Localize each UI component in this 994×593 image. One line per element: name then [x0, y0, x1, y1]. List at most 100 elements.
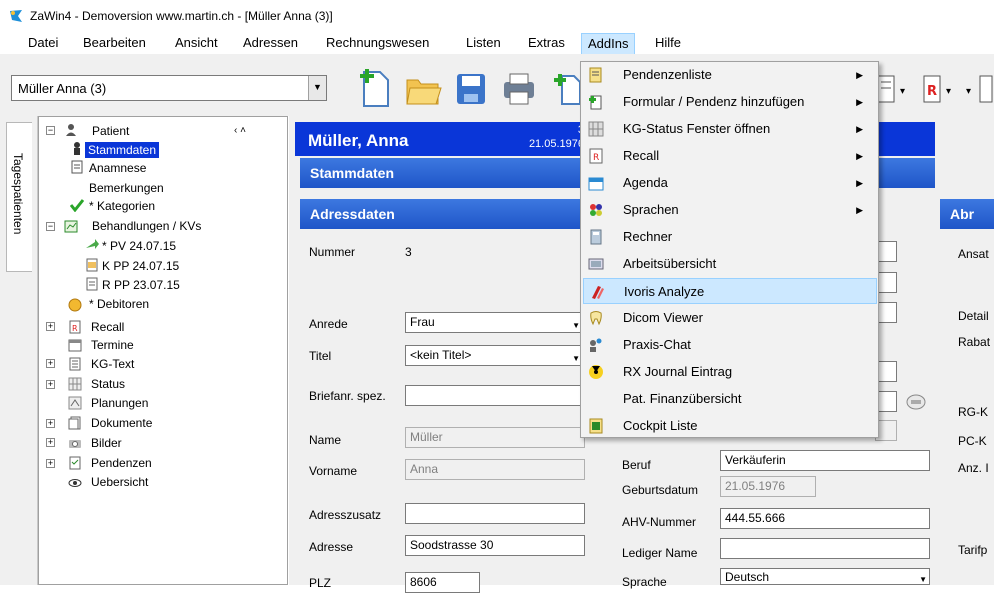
submenu-arrow-icon: ▶ — [856, 205, 863, 215]
tree-item-pv[interactable]: * PV 24.07.15 — [102, 238, 176, 254]
expand-recall-icon[interactable]: + — [46, 322, 55, 331]
ahv-field[interactable]: 444.55.666 — [720, 508, 930, 529]
menu-item-pat-finanzuebersicht[interactable]: Pat. Finanzübersicht — [583, 386, 877, 412]
treatment-icon — [64, 220, 78, 233]
tree-item-stammdaten[interactable]: Stammdaten — [85, 142, 160, 158]
tree-item-kgtext[interactable]: KG-Text — [91, 356, 134, 372]
menu-item-label: RX Journal Eintrag — [623, 364, 733, 379]
documents-icon — [68, 416, 81, 430]
tree-item-anamnese[interactable]: Anamnese — [89, 160, 146, 176]
tree-item-recall[interactable]: Recall — [91, 319, 124, 335]
menu-item-dicom-viewer[interactable]: Dicom Viewer — [583, 305, 877, 331]
menu-listen[interactable]: Listen — [460, 35, 507, 53]
menu-extras[interactable]: Extras — [522, 35, 571, 53]
sprache-value: Deutsch — [725, 570, 770, 584]
menu-item-rx-journal[interactable]: RX Journal Eintrag — [583, 359, 877, 385]
patient-select[interactable]: Müller Anna (3) ▼ — [11, 75, 327, 101]
tree-item-termine[interactable]: Termine — [91, 337, 134, 353]
detail-label: Detail — [958, 309, 989, 323]
tree-item-planungen[interactable]: Planungen — [91, 395, 148, 411]
expand-dokumente-icon[interactable]: + — [46, 419, 55, 428]
name-field[interactable]: Müller — [405, 427, 585, 448]
lediger-name-field[interactable] — [720, 538, 930, 559]
recall-report-icon[interactable]: R ▾ — [918, 66, 956, 110]
sprache-select[interactable]: Deutsch ▼ — [720, 568, 930, 585]
expand-bilder-icon[interactable]: + — [46, 438, 55, 447]
menu-item-formular-pendenz[interactable]: Formular / Pendenz hinzufügen ▶ — [583, 89, 877, 115]
menu-item-label: Pendenzenliste — [623, 67, 712, 82]
new-document-icon[interactable] — [356, 66, 394, 110]
tree-item-kpp[interactable]: K PP 24.07.15 — [102, 258, 179, 274]
section-adressdaten: Adressdaten — [300, 199, 585, 229]
tree-item-status[interactable]: Status — [91, 376, 125, 392]
tree-item-debitoren[interactable]: * Debitoren — [89, 296, 149, 312]
menu-rechnungswesen[interactable]: Rechnungswesen — [320, 35, 435, 53]
anrede-value: Frau — [410, 315, 435, 329]
menu-datei[interactable]: Datei — [22, 35, 64, 53]
tree-item-bemerkungen[interactable]: Bemerkungen — [89, 180, 164, 196]
geburtsdatum-field[interactable]: 21.05.1976 — [720, 476, 816, 497]
menu-adressen[interactable]: Adressen — [237, 35, 304, 53]
tree-item-kategorien[interactable]: * Kategorien — [89, 198, 155, 214]
calendar-icon — [68, 339, 82, 352]
menu-bearbeiten[interactable]: Bearbeiten — [77, 35, 152, 53]
save-icon[interactable] — [452, 66, 490, 110]
tree-item-dokumente[interactable]: Dokumente — [91, 415, 152, 431]
adresse-field[interactable]: Soodstrasse 30 — [405, 535, 585, 556]
radiation-icon — [589, 365, 603, 379]
menu-addins[interactable]: AddIns — [581, 33, 636, 55]
menu-ansicht[interactable]: Ansicht — [169, 35, 224, 53]
tree-item-behandlungen[interactable]: Behandlungen / KVs — [92, 218, 201, 234]
menu-item-recall[interactable]: R Recall ▶ — [583, 143, 877, 169]
open-folder-icon[interactable] — [404, 66, 442, 110]
submenu-arrow-icon: ▶ — [856, 70, 863, 80]
list-icon — [589, 67, 602, 83]
menu-item-label: Ivoris Analyze — [624, 284, 705, 299]
print-preview-icon[interactable] — [500, 66, 538, 110]
menu-item-label: Agenda — [623, 175, 668, 190]
extra-icon[interactable]: ▾ — [962, 66, 994, 110]
app-icon — [10, 10, 22, 22]
titel-select[interactable]: <kein Titel> ▼ — [405, 345, 583, 366]
beruf-field[interactable]: Verkäuferin — [720, 450, 930, 471]
chevron-down-icon[interactable]: ▼ — [308, 76, 326, 100]
tree-scroll-arrows[interactable]: ‹ ˄ — [234, 123, 246, 139]
menu-item-label: Pat. Finanzübersicht — [623, 391, 742, 406]
menu-item-pendenzenliste[interactable]: Pendenzenliste ▶ — [583, 62, 877, 88]
expand-status-icon[interactable]: + — [46, 380, 55, 389]
adresszusatz-label: Adresszusatz — [309, 508, 382, 522]
anrede-select[interactable]: Frau ▼ — [405, 312, 583, 333]
menu-item-ivoris-analyze[interactable]: Ivoris Analyze — [583, 278, 877, 304]
sprache-label: Sprache — [622, 575, 667, 589]
menu-item-praxis-chat[interactable]: Praxis-Chat — [583, 332, 877, 358]
expand-kgtext-icon[interactable]: + — [46, 359, 55, 368]
vorname-field[interactable]: Anna — [405, 459, 585, 480]
menu-item-kg-status[interactable]: KG-Status Fenster öffnen ▶ — [583, 116, 877, 142]
window-title: ZaWin4 - Demoversion www.martin.ch - [Mü… — [30, 9, 333, 23]
svg-text:R: R — [593, 153, 599, 163]
collapse-patient-icon[interactable]: − — [46, 126, 55, 135]
disk-icon[interactable] — [905, 393, 927, 411]
submenu-arrow-icon: ▶ — [856, 178, 863, 188]
menu-item-sprachen[interactable]: Sprachen ▶ — [583, 197, 877, 223]
menu-hilfe[interactable]: Hilfe — [649, 35, 687, 53]
patient-select-value: Müller Anna (3) — [18, 81, 107, 96]
briefanrede-field[interactable] — [405, 385, 585, 406]
tagespatienten-tab[interactable]: Tagespatienten — [6, 122, 32, 272]
menu-item-label: Arbeitsübersicht — [623, 256, 717, 271]
menu-item-arbeitsuebersicht[interactable]: Arbeitsübersicht — [583, 251, 877, 277]
menu-item-cockpit-liste[interactable]: Cockpit Liste — [583, 413, 877, 439]
plz-field[interactable]: 8606 — [405, 572, 480, 593]
expand-pendenzen-icon[interactable]: + — [46, 459, 55, 468]
tree-item-bilder[interactable]: Bilder — [91, 435, 122, 451]
menu-item-agenda[interactable]: Agenda ▶ — [583, 170, 877, 196]
tree-item-rpp[interactable]: R PP 23.07.15 — [102, 277, 180, 293]
tree-item-patient[interactable]: Patient — [92, 123, 129, 139]
arrow-icon — [86, 239, 99, 249]
tree-item-pendenzen[interactable]: Pendenzen — [91, 455, 152, 471]
adresszusatz-field[interactable] — [405, 503, 585, 524]
collapse-behandlungen-icon[interactable]: − — [46, 222, 55, 231]
tree-item-uebersicht[interactable]: Uebersicht — [91, 474, 148, 490]
submenu-arrow-icon: ▶ — [856, 97, 863, 107]
menu-item-rechner[interactable]: Rechner — [583, 224, 877, 250]
